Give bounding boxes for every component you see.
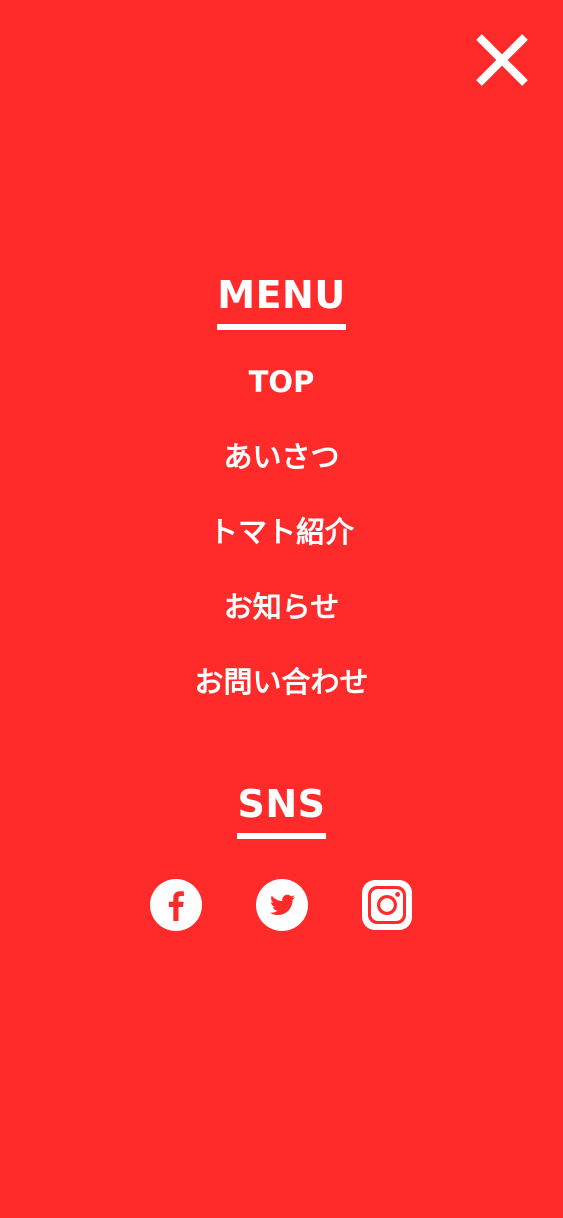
sns-links (0, 878, 563, 932)
instagram-link[interactable] (360, 878, 414, 932)
nav-item-contact[interactable]: お問い合わせ (0, 660, 563, 735)
twitter-link[interactable] (255, 878, 309, 932)
facebook-icon (150, 879, 202, 931)
menu-heading-block: MENU (0, 272, 563, 330)
nav-item-tomato-intro[interactable]: トマト紹介 (0, 510, 563, 585)
menu-panel: MENU TOP あいさつ トマト紹介 お知らせ お問い合わせ SNS (0, 0, 563, 1218)
sns-heading-block: SNS (0, 781, 563, 839)
facebook-link[interactable] (149, 878, 203, 932)
nav-item-news[interactable]: お知らせ (0, 585, 563, 660)
twitter-icon (256, 879, 308, 931)
instagram-icon (362, 880, 412, 930)
close-icon (476, 34, 528, 86)
menu-heading: MENU (217, 272, 346, 330)
sns-heading: SNS (237, 781, 326, 839)
nav-list: TOP あいさつ トマト紹介 お知らせ お問い合わせ (0, 360, 563, 735)
nav-item-greeting[interactable]: あいさつ (0, 435, 563, 510)
nav-item-top[interactable]: TOP (0, 360, 563, 435)
close-button[interactable] (474, 32, 530, 88)
